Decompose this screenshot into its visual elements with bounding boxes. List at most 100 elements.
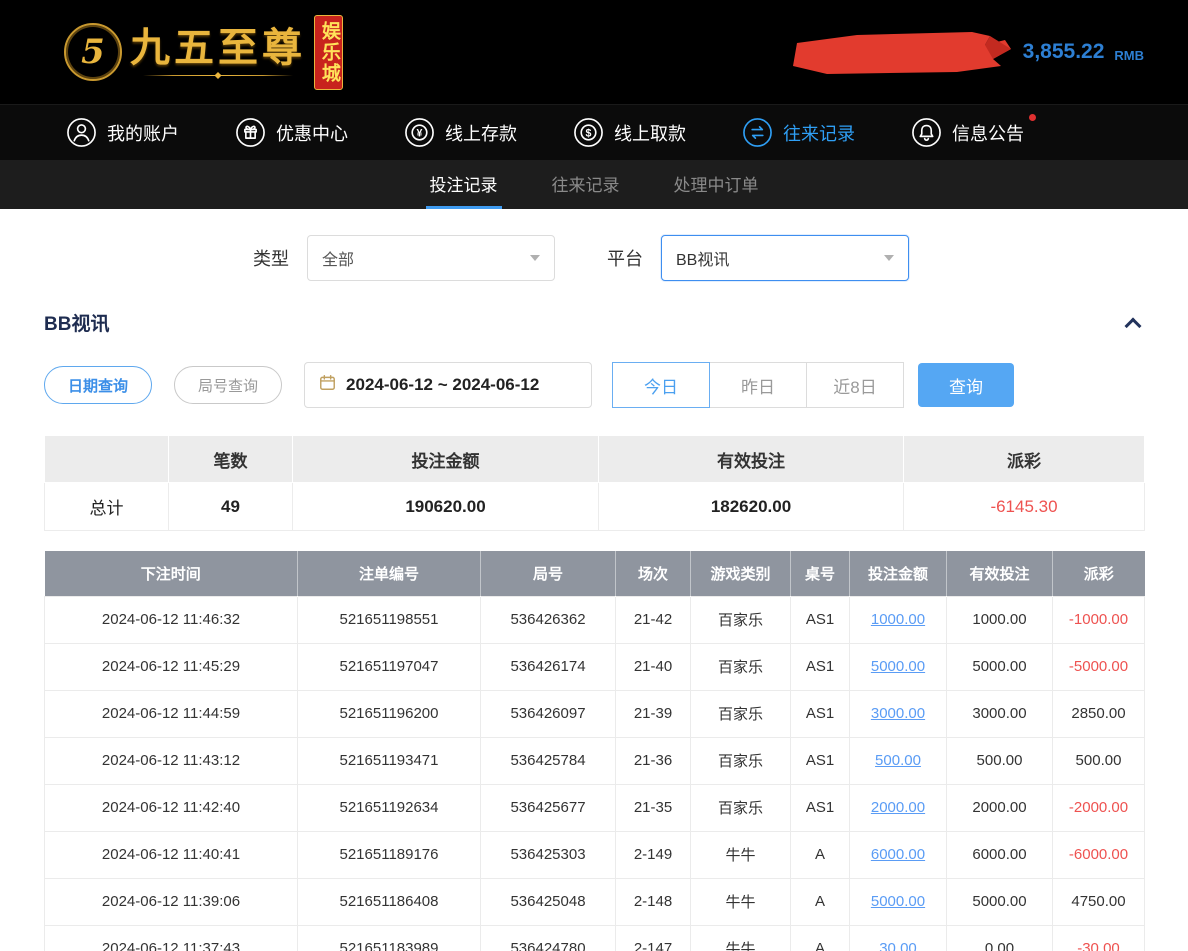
tab-processing-orders[interactable]: 处理中订单 [670,160,763,209]
bet-id: 521651192634 [298,784,481,831]
round-id: 536426174 [481,643,616,690]
collapse-section-button[interactable] [1122,314,1144,332]
game-type: 百家乐 [691,596,791,643]
nav-my-account[interactable]: 我的账户 [66,117,179,148]
user-icon [66,117,97,148]
bet-header-game-type: 游戏类别 [691,551,791,596]
nav-label: 线上存款 [445,120,517,146]
bet-amount-link[interactable]: 5000.00 [850,643,947,690]
table-no: A [791,831,850,878]
summary-header-row: 笔数 投注金额 有效投注 派彩 [45,436,1145,483]
query-row: 日期查询 局号查询 2024-06-12 ~ 2024-06-12 今日 昨日 … [44,362,1144,408]
svg-text:¥: ¥ [417,128,423,140]
logo-badge: 娱乐城 [314,15,343,90]
calendar-icon [318,373,337,397]
payout: 4750.00 [1053,878,1145,925]
bet-amount-link[interactable]: 30.00 [850,925,947,951]
nav-online-deposit[interactable]: ¥ 线上存款 [404,117,517,148]
summary-table: 笔数 投注金额 有效投注 派彩 总计 49 190620.00 182620.0… [44,435,1145,531]
round-id: 536425677 [481,784,616,831]
valid-bet: 5000.00 [947,643,1053,690]
nav-online-withdrawal[interactable]: $ 线上取款 [573,117,686,148]
bet-time: 2024-06-12 11:37:43 [45,925,298,951]
game-type: 百家乐 [691,784,791,831]
nav-label: 优惠中心 [276,120,348,146]
date-range-value: 2024-06-12 ~ 2024-06-12 [346,375,539,395]
bet-table-row: 2024-06-12 11:40:41 521651189176 5364253… [45,831,1145,878]
session: 2-147 [616,925,691,951]
session: 21-36 [616,737,691,784]
bet-amount-link[interactable]: 6000.00 [850,831,947,878]
section-title: BB视讯 [44,309,109,336]
bet-id: 521651186408 [298,878,481,925]
summary-total-row: 总计 49 190620.00 182620.00 -6145.30 [45,483,1145,531]
deposit-coin-icon: ¥ [404,117,435,148]
type-select[interactable]: 全部 [307,235,555,281]
round-id: 536425303 [481,831,616,878]
round-id: 536426097 [481,690,616,737]
date-range-picker[interactable]: 2024-06-12 ~ 2024-06-12 [304,362,592,408]
session: 2-149 [616,831,691,878]
bet-time: 2024-06-12 11:42:40 [45,784,298,831]
main-nav: 我的账户 优惠中心 ¥ 线上存款 [0,104,1188,160]
platform-select[interactable]: BB视讯 [661,235,909,281]
summary-payout: -6145.30 [904,483,1145,531]
round-id: 536425048 [481,878,616,925]
bet-id: 521651183989 [298,925,481,951]
bet-time: 2024-06-12 11:45:29 [45,643,298,690]
transfer-records-icon [742,117,773,148]
bet-header-table-no: 桌号 [791,551,850,596]
bet-table-row: 2024-06-12 11:42:40 521651192634 5364256… [45,784,1145,831]
session: 21-39 [616,690,691,737]
logo-flourish [143,72,293,79]
yesterday-button[interactable]: 昨日 [709,362,807,408]
summary-bet-amount: 190620.00 [293,483,599,531]
bet-amount-link[interactable]: 5000.00 [850,878,947,925]
bet-table-row: 2024-06-12 11:45:29 521651197047 5364261… [45,643,1145,690]
nav-promotions[interactable]: 优惠中心 [235,117,348,148]
page: 5 九五至尊 娱乐城 3,855.22 RMB [0,0,1188,951]
game-type: 牛牛 [691,831,791,878]
bet-table-row: 2024-06-12 11:43:12 521651193471 5364257… [45,737,1145,784]
search-button[interactable]: 查询 [918,363,1014,407]
round-query-button[interactable]: 局号查询 [174,366,282,404]
bet-amount-link[interactable]: 2000.00 [850,784,947,831]
redacted-username-scribble [787,29,1013,75]
nav-transaction-records[interactable]: 往来记录 [742,117,855,148]
bet-id: 521651196200 [298,690,481,737]
session: 21-35 [616,784,691,831]
payout: -1000.00 [1053,596,1145,643]
summary-valid-bet: 182620.00 [599,483,904,531]
site-logo[interactable]: 5 九五至尊 娱乐城 [64,15,385,90]
round-id: 536426362 [481,596,616,643]
bet-table-header-row: 下注时间 注单编号 局号 场次 游戏类别 桌号 投注金额 有效投注 派彩 [45,551,1145,596]
date-query-button[interactable]: 日期查询 [44,366,152,404]
nav-announcements[interactable]: 信息公告 [911,117,1024,148]
bet-id: 521651198551 [298,596,481,643]
tab-transaction-records[interactable]: 往来记录 [548,160,624,209]
balance-area: 3,855.22 RMB [787,29,1144,75]
session: 21-42 [616,596,691,643]
table-no: AS1 [791,784,850,831]
gift-icon [235,117,266,148]
table-no: AS1 [791,643,850,690]
nav-label: 信息公告 [952,120,1024,146]
payout: -6000.00 [1053,831,1145,878]
bet-header-time: 下注时间 [45,551,298,596]
last-8-days-button[interactable]: 近8日 [806,362,904,408]
bet-amount-link[interactable]: 500.00 [850,737,947,784]
bet-header-bet-id: 注单编号 [298,551,481,596]
today-button[interactable]: 今日 [612,362,710,408]
session: 21-40 [616,643,691,690]
bet-header-round-id: 局号 [481,551,616,596]
balance-currency: RMB [1114,42,1144,63]
bet-time: 2024-06-12 11:44:59 [45,690,298,737]
bet-time: 2024-06-12 11:46:32 [45,596,298,643]
payout: 2850.00 [1053,690,1145,737]
bet-amount-link[interactable]: 3000.00 [850,690,947,737]
tab-betting-records[interactable]: 投注记录 [426,160,502,209]
bet-table: 下注时间 注单编号 局号 场次 游戏类别 桌号 投注金额 有效投注 派彩 202… [44,551,1145,951]
payout: -30.00 [1053,925,1145,951]
summary-header-bet-amount: 投注金额 [293,436,599,483]
bet-amount-link[interactable]: 1000.00 [850,596,947,643]
